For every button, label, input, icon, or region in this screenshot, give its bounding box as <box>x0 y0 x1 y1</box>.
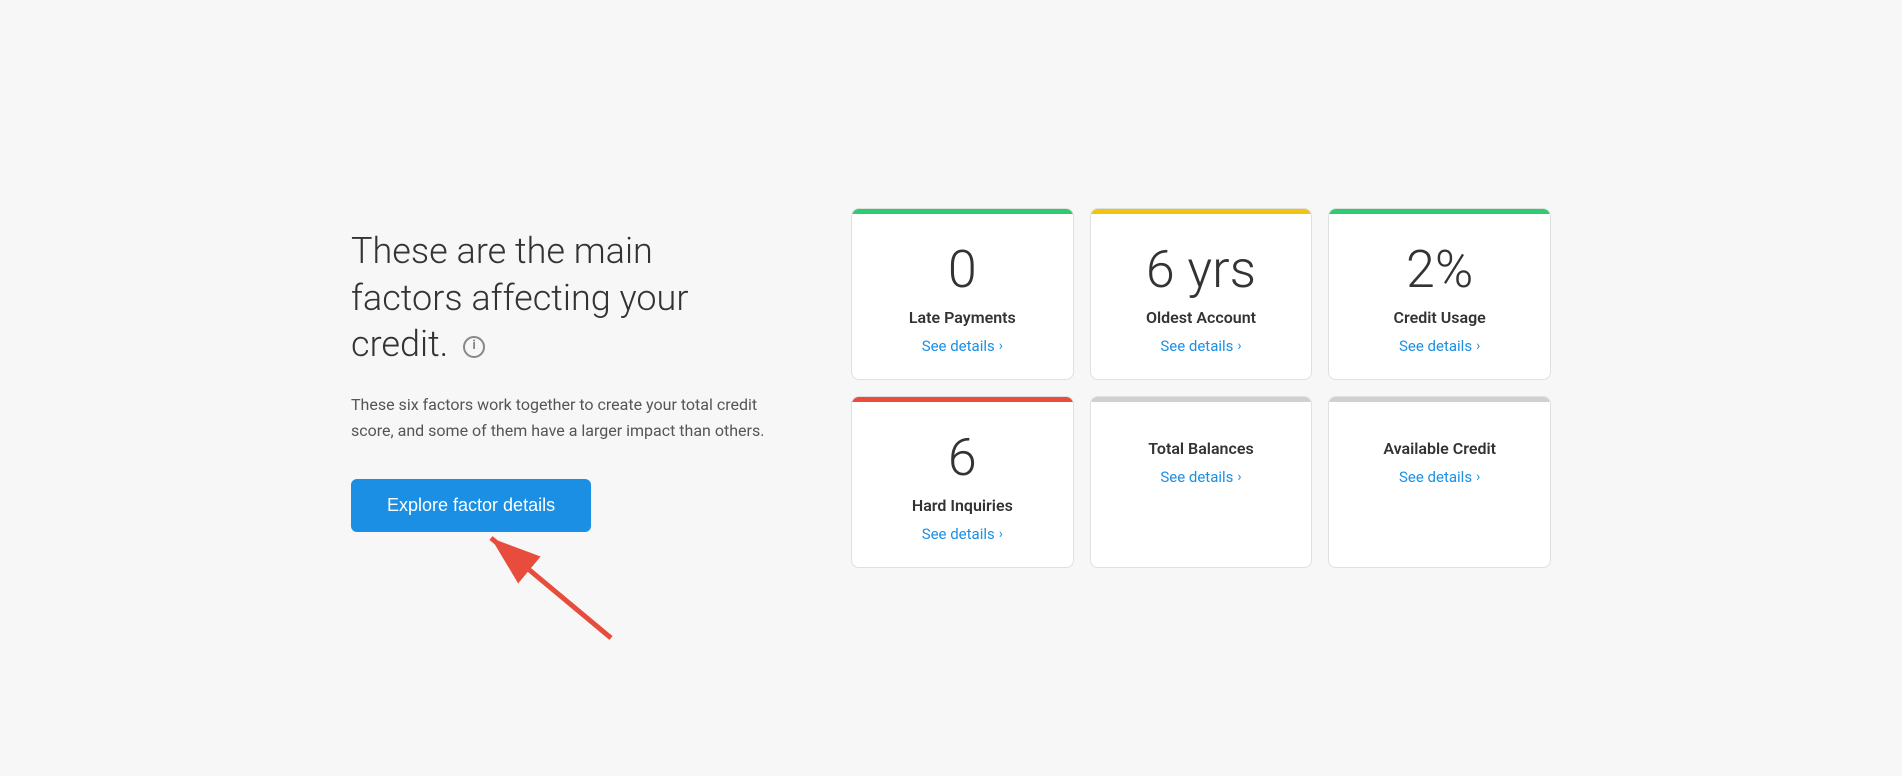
chevron-right-icon: › <box>1237 338 1241 354</box>
card-late-payments: 0 Late Payments See details › <box>851 208 1074 380</box>
card-value-oldest-account: 6 yrs <box>1146 241 1256 298</box>
card-link-oldest-account[interactable]: See details › <box>1160 337 1241 355</box>
chevron-right-icon: › <box>1476 338 1480 354</box>
card-label-late-payments: Late Payments <box>909 308 1016 327</box>
card-label-available-credit: Available Credit <box>1383 439 1496 458</box>
card-value-hard-inquiries: 6 <box>948 429 977 486</box>
card-available-credit: Available Credit See details › <box>1328 396 1551 568</box>
card-link-available-credit[interactable]: See details › <box>1399 468 1480 486</box>
main-container: These are the main factors affecting you… <box>351 208 1551 568</box>
card-label-oldest-account: Oldest Account <box>1146 308 1256 327</box>
card-link-credit-usage[interactable]: See details › <box>1399 337 1480 355</box>
card-link-total-balances[interactable]: See details › <box>1160 468 1241 486</box>
card-total-balances: Total Balances See details › <box>1090 396 1313 568</box>
info-icon[interactable]: i <box>463 336 485 358</box>
card-value-credit-usage: 2% <box>1406 241 1473 298</box>
card-label-total-balances: Total Balances <box>1148 439 1253 458</box>
left-panel: These are the main factors affecting you… <box>351 208 771 533</box>
chevron-right-icon: › <box>999 526 1003 542</box>
arrow-icon <box>471 518 631 648</box>
card-label-hard-inquiries: Hard Inquiries <box>912 496 1013 515</box>
heading-text: These are the main factors affecting you… <box>351 230 688 366</box>
card-value-late-payments: 0 <box>948 241 977 298</box>
chevron-right-icon: › <box>1237 469 1241 485</box>
card-credit-usage: 2% Credit Usage See details › <box>1328 208 1551 380</box>
card-label-credit-usage: Credit Usage <box>1394 308 1486 327</box>
subtext: These six factors work together to creat… <box>351 392 771 443</box>
chevron-right-icon: › <box>1476 469 1480 485</box>
arrow-container <box>471 518 631 652</box>
card-hard-inquiries: 6 Hard Inquiries See details › <box>851 396 1074 568</box>
card-link-late-payments[interactable]: See details › <box>922 337 1003 355</box>
chevron-right-icon: › <box>999 338 1003 354</box>
cards-grid: 0 Late Payments See details › 6 yrs Oldest A… <box>851 208 1551 568</box>
card-link-hard-inquiries[interactable]: See details › <box>922 525 1003 543</box>
main-heading: These are the main factors affecting you… <box>351 228 771 368</box>
card-oldest-account: 6 yrs Oldest Account See details › <box>1090 208 1313 380</box>
